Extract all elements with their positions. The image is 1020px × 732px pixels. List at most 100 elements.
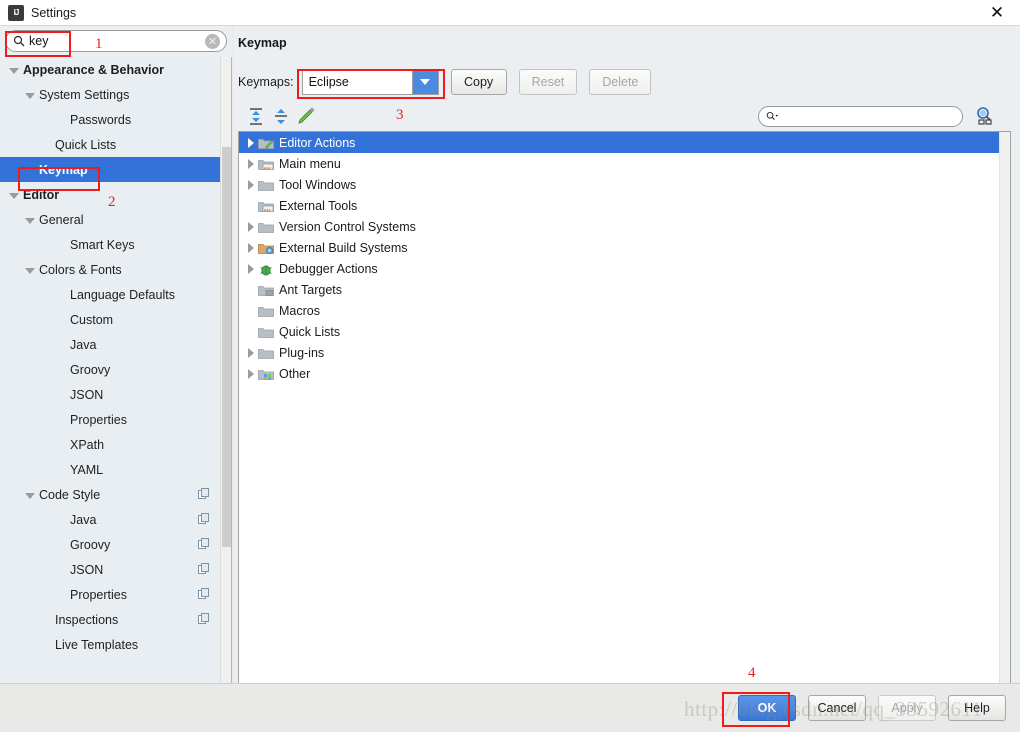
find-by-shortcut-icon[interactable]	[974, 105, 996, 127]
copy-button[interactable]: Copy	[450, 69, 507, 95]
folder-menu-icon	[258, 159, 274, 170]
sidebar-item-label: Passwords	[70, 112, 132, 127]
edit-shortcut-icon[interactable]	[296, 106, 316, 126]
find-shortcut-input[interactable]	[758, 106, 963, 127]
sidebar-item-code-style[interactable]: Code Style	[0, 482, 221, 507]
sidebar-item-json[interactable]: JSON	[0, 557, 221, 582]
search-input-value: key	[29, 34, 49, 48]
chevron-right-icon[interactable]	[244, 178, 258, 192]
sidebar-scrollbar-thumb[interactable]	[222, 147, 231, 547]
tree-row[interactable]: Ant Targets	[239, 279, 1010, 300]
chevron-down-icon[interactable]	[8, 64, 20, 76]
tree-row[interactable]: Debugger Actions	[239, 258, 1010, 279]
tree-scrollbar[interactable]	[999, 132, 1010, 685]
tree-row[interactable]: Tool Windows	[239, 174, 1010, 195]
chevron-down-icon[interactable]	[8, 189, 20, 201]
sidebar-item-colors-fonts[interactable]: Colors & Fonts	[0, 257, 221, 282]
sidebar-item-smart-keys[interactable]: Smart Keys	[0, 232, 221, 257]
chevron-down-icon[interactable]	[411, 70, 438, 94]
sidebar-item-json[interactable]: JSON	[0, 382, 221, 407]
search-input[interactable]: key ✕	[5, 30, 227, 52]
chevron-right-icon[interactable]	[244, 262, 258, 276]
sidebar-item-properties[interactable]: Properties	[0, 407, 221, 432]
sidebar-item-language-defaults[interactable]: Language Defaults	[0, 282, 221, 307]
page-title: Keymap	[238, 36, 287, 50]
sidebar-item-label: Java	[70, 512, 97, 527]
sidebar-item-groovy[interactable]: Groovy	[0, 532, 221, 557]
tree-row[interactable]: Main menu	[239, 153, 1010, 174]
folder-editor-icon	[258, 138, 274, 149]
sidebar-scrollbar[interactable]	[220, 57, 231, 683]
actions-tree[interactable]: Editor Actions Main menu Tool Windows Exter…	[239, 132, 1010, 384]
bug-icon	[260, 265, 272, 275]
expand-all-icon[interactable]	[246, 106, 266, 126]
chevron-right-icon[interactable]	[244, 241, 258, 255]
sidebar-item-label: System Settings	[39, 87, 130, 102]
sidebar-item-label: JSON	[70, 387, 104, 402]
sidebar-item-properties[interactable]: Properties	[0, 582, 221, 607]
sidebar-item-label: JSON	[70, 562, 104, 577]
watermark-text: http://blog.csdn.net/qq_33592611	[684, 697, 983, 721]
sidebar-item-label: Custom	[70, 312, 114, 327]
sidebar-item-java[interactable]: Java	[0, 507, 221, 532]
clear-icon[interactable]: ✕	[205, 34, 220, 49]
tree-row[interactable]: Macros	[239, 300, 1010, 321]
sidebar-item-system-settings[interactable]: System Settings	[0, 82, 221, 107]
sidebar-item-quick-lists[interactable]: Quick Lists	[0, 132, 221, 157]
folder-icon	[258, 348, 274, 359]
title-bar: IJ Settings ✕	[0, 0, 1020, 26]
chevron-down-icon[interactable]	[24, 89, 36, 101]
tree-row[interactable]: Plug-ins	[239, 342, 1010, 363]
sidebar-item-java[interactable]: Java	[0, 332, 221, 357]
tree-row[interactable]: Editor Actions	[239, 132, 1010, 153]
sidebar-item-custom[interactable]: Custom	[0, 307, 221, 332]
folder-build-icon	[258, 243, 274, 254]
actions-tree-panel[interactable]: Editor Actions Main menu Tool Windows Exter…	[238, 131, 1011, 686]
sidebar-item-keymap[interactable]: Keymap	[0, 157, 221, 182]
tree-row[interactable]: Other	[239, 363, 1010, 384]
tree-row-label: Macros	[279, 303, 320, 318]
chevron-down-icon[interactable]	[24, 214, 36, 226]
tree-row[interactable]: External Build Systems	[239, 237, 1010, 258]
sidebar-item-passwords[interactable]: Passwords	[0, 107, 221, 132]
folder-icon	[258, 306, 274, 317]
sidebar-item-label: Properties	[70, 412, 127, 427]
sidebar-item-xpath[interactable]: XPath	[0, 432, 221, 457]
keymap-select[interactable]: Eclipse	[301, 69, 439, 95]
folder-icon	[258, 327, 274, 338]
close-icon[interactable]: ✕	[974, 0, 1020, 26]
sidebar-item-yaml[interactable]: YAML	[0, 457, 221, 482]
sidebar-item-label: Groovy	[70, 537, 111, 552]
sidebar-item-label: Appearance & Behavior	[23, 62, 165, 77]
tree-row-label: Version Control Systems	[279, 219, 416, 234]
chevron-right-icon[interactable]	[244, 367, 258, 381]
tree-row-label: Editor Actions	[279, 135, 356, 150]
chevron-right-icon[interactable]	[244, 136, 258, 150]
dialog-body: key ✕ Appearance & Behavior System Settin…	[0, 26, 1020, 686]
sidebar-item-appearance-behavior[interactable]: Appearance & Behavior	[0, 57, 221, 82]
keymap-panel: Keymap Keymaps: Eclipse Copy Reset Delet…	[233, 26, 1020, 686]
tree-row[interactable]: Quick Lists	[239, 321, 1010, 342]
sidebar-item-live-templates[interactable]: Live Templates	[0, 632, 221, 657]
search-dropdown-icon	[766, 111, 779, 121]
collapse-all-icon[interactable]	[271, 106, 291, 126]
tree-row[interactable]: Version Control Systems	[239, 216, 1010, 237]
chevron-right-icon[interactable]	[244, 220, 258, 234]
tree-row-label: Tool Windows	[279, 177, 357, 192]
chevron-down-icon[interactable]	[24, 264, 36, 276]
chevron-right-icon[interactable]	[244, 346, 258, 360]
chevron-down-icon[interactable]	[24, 489, 36, 501]
annotation-number-1: 1	[95, 36, 103, 52]
keymaps-row: Keymaps: Eclipse Copy Reset Delete	[238, 68, 652, 96]
chevron-right-icon[interactable]	[244, 157, 258, 171]
settings-tree[interactable]: Appearance & Behavior System Settings Pass…	[0, 57, 221, 709]
sidebar-item-groovy[interactable]: Groovy	[0, 357, 221, 382]
tree-row[interactable]: External Tools	[239, 195, 1010, 216]
sidebar-item-inspections[interactable]: Inspections	[0, 607, 221, 632]
